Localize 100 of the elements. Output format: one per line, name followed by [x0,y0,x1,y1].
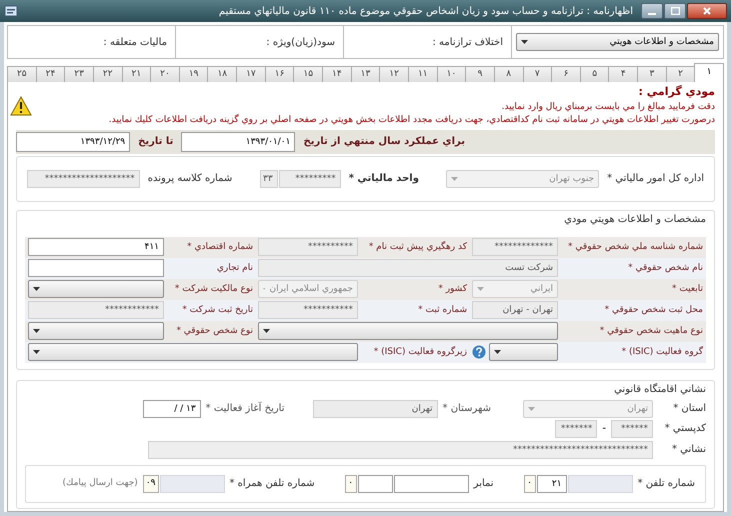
field-label: گروه فعاليت (ISIC) * [620,345,703,359]
input-field[interactable]: ۳۳ [260,170,278,188]
prefix-box: ۰۹ [142,474,158,492]
tab[interactable]: ۲۴ [36,66,64,82]
tab[interactable]: ۱۰ [436,66,466,82]
field-label: واحد مالياتي * [348,172,419,186]
tab[interactable]: ۱۱ [408,66,437,82]
input-field[interactable]: ****** [611,420,653,438]
input-field[interactable]: تهران [312,400,438,418]
dropdown-caret-icon [528,406,535,410]
dropdown[interactable] [28,280,164,298]
dropdown-caret-icon [451,176,458,180]
app-icon [4,4,18,18]
tab[interactable]: ۱ [694,63,724,82]
dropdown[interactable]: مشخصات و اطلاعات هويتي [516,33,719,51]
tab[interactable]: ۲۳ [64,66,93,82]
blurred-input-field[interactable] [568,474,633,492]
tab[interactable]: ۵ [580,66,608,82]
field-label: سود(زيان)ويژه : [266,36,335,50]
tab[interactable]: ۹ [465,66,494,82]
warning-icon [10,96,32,116]
hint-text: (جهت ارسال پيامك) [62,476,138,490]
field-label: تاريخ آغاز فعاليت * [206,401,285,416]
tab[interactable]: ۱۸ [207,66,236,82]
field-label: شماره تلفن همراه * [230,477,315,491]
dropdown-caret-icon [33,350,40,354]
field-label: شماره ثبت * [417,304,467,317]
close-icon [703,7,711,15]
field-label: نوع ماهيت شخص حقوقي * [598,325,703,338]
input-field[interactable] [394,474,469,492]
field-label: نام تجاري [216,262,253,275]
prefix-box: ۰ [524,474,536,492]
input-field[interactable]: ۴۱۱ [28,238,164,256]
field-label: شماره تلفن * [638,477,695,491]
close-button[interactable] [687,3,727,19]
tab[interactable]: ۱۷ [236,66,265,82]
dropdown[interactable] [258,322,558,340]
tab[interactable]: ۱۲ [379,66,408,82]
tab[interactable]: ۳ [637,66,666,82]
field-label: شماره شناسه ملي شخص حقوقي * [567,241,703,254]
field-label: تا تاريخ [138,135,174,149]
field-label: شماره اقتصادي * [186,241,253,254]
field-label: نوع شخص حقوقي * [175,325,253,338]
maximize-button[interactable] [664,3,686,19]
field-label: زيرگروه فعاليت (ISIC) * [372,345,467,359]
dropdown-caret-icon [33,329,40,333]
field-label: شماره كلاسه پرونده [148,172,232,186]
section-title: مشخصات و اطلاعات هويتي مودي [563,212,706,226]
field-label: تاريخ ثبت شركت * [181,304,253,317]
field-label: محل ثبت شخص حقوقي * [604,304,703,317]
input-field[interactable]: ۱۳۹۳/۱۲/۲۹ [16,132,130,152]
field-label: نمابر [474,477,494,491]
field-label: نوع مالكيت شركت * [174,283,253,296]
input-field[interactable]: ******* [555,420,598,438]
maximize-icon [670,7,680,15]
help-icon[interactable] [472,345,486,359]
tab[interactable]: ۱۶ [264,66,294,82]
tab[interactable]: ۷ [522,66,552,82]
tab[interactable]: ۲۵ [6,66,36,82]
input-field[interactable]: ۱۳۹۳/۰۱/۰۱ [181,132,296,152]
input-field[interactable] [358,474,393,492]
tab[interactable]: ۱۵ [293,66,322,82]
dropdown[interactable] [489,343,558,361]
notice-text: درصورت تغيير اطلاعات هويتي در سامانه ثبت نام كداقتصادي، جهت دريافت مجدد اطلاعات بخش هويتي در صفحه اصلي بر روي گزينه دريافت اطلاعات كليك نماييد. [108,114,715,126]
section-title: نشاني اقامتگاه قانوني [613,382,706,396]
input-field[interactable]: ******************** [26,170,140,188]
field-label: كشور * [437,283,467,296]
window-title: اظهارنامه : ترازنامه و حساب سود و زيان اشخاص حقوقي موضوع ماده ۱۱۰ قانون مالياتهاي مستقيم [218,4,633,18]
tab[interactable]: ۲۱ [122,66,150,82]
input-field[interactable]: ۲۱ [536,474,567,492]
tab[interactable]: ۱۴ [322,66,351,82]
dropdown[interactable] [28,343,358,361]
dropdown[interactable] [28,322,164,340]
tab[interactable]: ۶ [551,66,580,82]
tab[interactable]: ۲ [666,66,694,82]
input-field[interactable]: ********* [278,170,341,188]
input-field[interactable]: ****************************** [148,440,653,458]
field-label: ماليات متعلقه : [103,36,167,50]
tab[interactable]: ۴ [608,66,638,82]
tab[interactable]: ۱۳ [350,66,380,82]
field-label: كدپستي * [664,422,706,436]
minimize-icon [648,13,656,15]
input-field[interactable]: ۱۳ / / [142,400,201,418]
field-label: تابعيت * [670,283,703,296]
tab[interactable]: ۱۹ [178,66,208,82]
dropdown-caret-icon [494,350,501,354]
field-label: براي عملكرد سال منتهي از تاريخ [303,135,465,149]
tab[interactable]: ۲۰ [150,66,179,82]
tab[interactable]: ۲۲ [92,66,122,82]
field-label: استان * [672,402,706,416]
tab[interactable]: ۸ [494,66,523,82]
notice-title: مودي گرامي : [638,84,715,100]
blurred-input-field[interactable] [160,474,224,492]
dropdown-caret-icon [33,287,40,291]
field-label: نشاني * [670,443,706,457]
notice-text: دقت فرماييد مبالغ را مي بايست برمبناي ريال وارد نماييد. [500,100,715,114]
minimize-button[interactable] [641,3,663,19]
field-label: شهرستان * [442,402,491,416]
field-label: اداره كل امور مالياتي * [607,172,704,186]
input-field[interactable] [28,259,164,277]
